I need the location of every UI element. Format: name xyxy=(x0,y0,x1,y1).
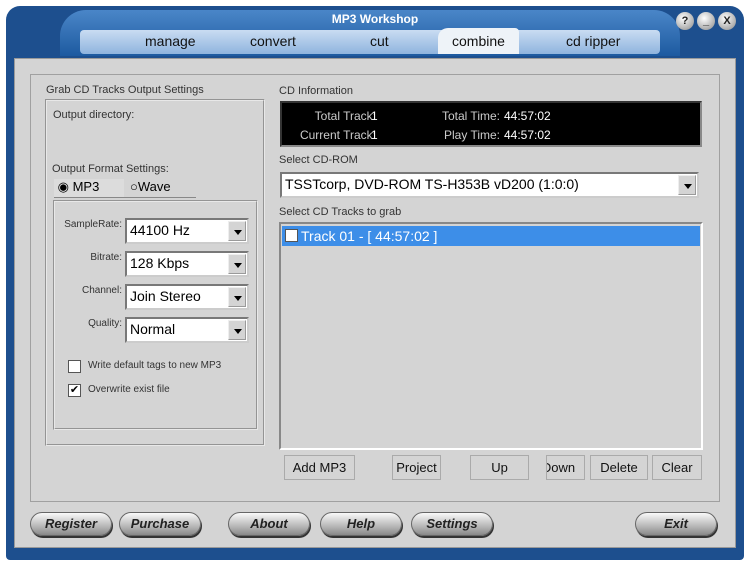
write-tags-checkbox[interactable] xyxy=(68,360,81,373)
clear-button[interactable]: Clear xyxy=(652,455,702,480)
quality-label: Quality: xyxy=(88,318,122,329)
chevron-down-icon[interactable] xyxy=(228,287,246,307)
overwrite-checkbox[interactable]: ✔ xyxy=(68,384,81,397)
project-button[interactable]: Project xyxy=(392,455,441,480)
play-time-value: 44:57:02 xyxy=(504,128,551,142)
tab-cut[interactable]: cut xyxy=(370,33,389,49)
up-button[interactable]: Up xyxy=(470,455,529,480)
channel-label: Channel: xyxy=(81,285,122,296)
current-track-value: 1 xyxy=(371,128,378,142)
track-checkbox[interactable] xyxy=(285,229,298,242)
sample-rate-label: SampleRate: xyxy=(64,219,122,230)
output-directory-label: Output directory: xyxy=(53,109,135,121)
down-button[interactable]: Down xyxy=(546,455,585,480)
radio-selected-icon: ◉ xyxy=(54,179,73,194)
chevron-down-icon[interactable] xyxy=(228,221,246,241)
settings-button[interactable]: Settings xyxy=(411,512,493,536)
channel-select[interactable]: Join Stereo xyxy=(125,284,249,310)
quality-select[interactable]: Normal xyxy=(125,317,249,343)
purchase-button[interactable]: Purchase xyxy=(119,512,201,536)
tracks-label: Select CD Tracks to grab xyxy=(279,206,402,218)
chevron-down-icon[interactable] xyxy=(228,254,246,274)
delete-button[interactable]: Delete xyxy=(590,455,648,480)
bitrate-label: Bitrate: xyxy=(90,252,122,263)
list-item[interactable]: Track 01 - [ 44:57:02 ] xyxy=(282,226,700,246)
write-tags-label: Write default tags to new MP3 xyxy=(88,360,222,371)
help-button[interactable]: Help xyxy=(320,512,402,536)
chevron-down-icon[interactable] xyxy=(678,175,696,195)
app-title: MP3 Workshop xyxy=(331,12,419,26)
exit-button[interactable]: Exit xyxy=(635,512,717,536)
radio-unselected-icon: ○ xyxy=(130,179,138,194)
output-settings-title: Grab CD Tracks Output Settings xyxy=(46,84,204,96)
add-mp3-button[interactable]: Add MP3 xyxy=(284,455,355,480)
bitrate-select[interactable]: 128 Kbps xyxy=(125,251,249,277)
close-icon[interactable]: X xyxy=(718,12,736,30)
cd-info-label: CD Information xyxy=(279,85,353,97)
total-time-value: 44:57:02 xyxy=(504,109,551,123)
total-track-value: 1 xyxy=(371,109,378,123)
output-format-label: Output Format Settings: xyxy=(52,163,169,175)
tracks-list[interactable]: Track 01 - [ 44:57:02 ] xyxy=(279,222,703,450)
cdrom-label: Select CD-ROM xyxy=(279,154,358,166)
cdrom-select[interactable]: TSSTcorp, DVD-ROM TS-H353B vD200 (1:0:0) xyxy=(280,172,699,198)
divider xyxy=(54,197,196,198)
radio-wave[interactable]: ○Wave xyxy=(130,179,171,194)
checkmark-icon: ✔ xyxy=(69,384,80,396)
minimize-icon[interactable]: _ xyxy=(697,12,715,30)
cd-info-panel: Total Track: 1 Current Track: 1 Total Ti… xyxy=(280,101,702,147)
overwrite-label: Overwrite exist file xyxy=(88,384,170,395)
chevron-down-icon[interactable] xyxy=(228,320,246,340)
help-icon[interactable]: ? xyxy=(676,12,694,30)
tab-combine[interactable]: combine xyxy=(438,28,519,54)
register-button[interactable]: Register xyxy=(30,512,112,536)
tab-bar: manage convert cut combine cd ripper xyxy=(80,28,660,54)
tab-convert[interactable]: convert xyxy=(250,33,296,49)
tab-cd-ripper[interactable]: cd ripper xyxy=(566,33,620,49)
sample-rate-select[interactable]: 44100 Hz xyxy=(125,218,249,244)
about-button[interactable]: About xyxy=(228,512,310,536)
tab-manage[interactable]: manage xyxy=(145,33,196,49)
radio-mp3[interactable]: ◉ MP3 xyxy=(54,179,124,197)
